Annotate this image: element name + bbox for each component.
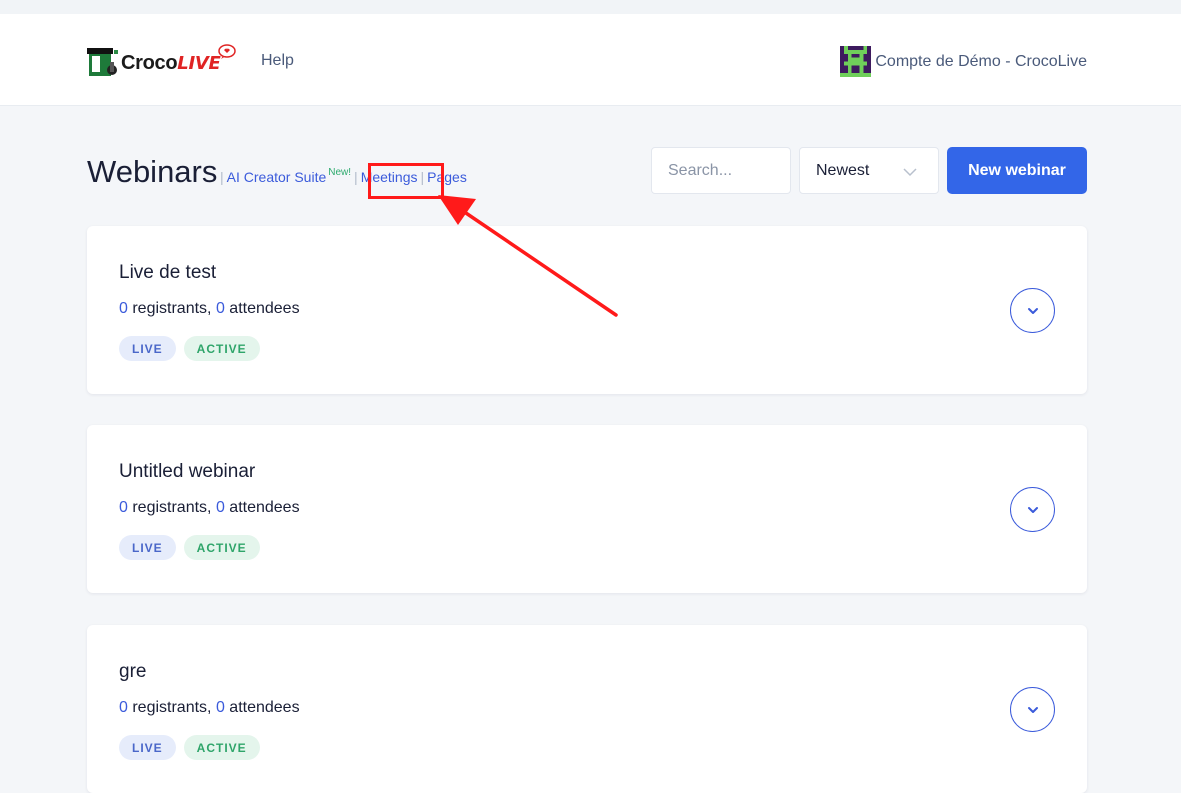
chevron-down-icon [1027, 706, 1038, 713]
brand-wordmark: CrocoLIVE [121, 52, 221, 75]
webinar-badges: LIVE ACTIVE [119, 735, 260, 760]
attendees-label: attendees [224, 300, 300, 317]
webinar-stats: 0 registrants, 0 attendees [119, 499, 300, 517]
registrants-label: registrants, [127, 499, 216, 516]
heart-bubble-icon [218, 44, 236, 59]
new-badge: New! [328, 167, 352, 178]
webinar-badges: LIVE ACTIVE [119, 535, 260, 560]
attendees-label: attendees [224, 499, 300, 516]
crocodile-mascot-icon [87, 48, 118, 76]
webinar-title[interactable]: Live de test [119, 262, 216, 284]
avatar [840, 46, 872, 77]
expand-button[interactable] [1010, 487, 1055, 532]
help-link[interactable]: Help [261, 52, 294, 70]
registrants-label: registrants, [127, 300, 216, 317]
sort-select-value: Newest [816, 161, 870, 179]
webinar-card[interactable]: gre 0 registrants, 0 attendees LIVE ACTI… [87, 625, 1087, 793]
chevron-down-icon [903, 168, 917, 177]
attendees-count: 0 [215, 300, 225, 317]
attendees-label: attendees [224, 699, 300, 716]
live-badge: LIVE [119, 535, 176, 560]
webinar-stats: 0 registrants, 0 attendees [119, 300, 300, 318]
registrants-count: 0 [119, 300, 128, 317]
account-menu[interactable]: Compte de Démo - CrocoLive [840, 46, 1087, 77]
webinar-title[interactable]: Untitled webinar [119, 461, 255, 483]
live-badge: LIVE [119, 735, 176, 760]
crocolive-logo[interactable]: CrocoLIVE [86, 44, 238, 80]
expand-button[interactable] [1010, 288, 1055, 333]
webinar-stats: 0 registrants, 0 attendees [119, 699, 300, 717]
app-header: CrocoLIVE Help Compte de Démo - CrocoLiv… [0, 14, 1181, 106]
search-input[interactable] [651, 147, 791, 194]
sort-select[interactable]: Newest [799, 147, 939, 194]
top-strip [0, 0, 1181, 14]
active-badge: ACTIVE [183, 735, 260, 760]
active-badge: ACTIVE [183, 336, 260, 361]
registrants-label: registrants, [127, 699, 216, 716]
attendees-count: 0 [215, 499, 225, 516]
chevron-down-icon [1027, 506, 1038, 513]
page-title: Webinars [87, 154, 218, 189]
live-badge: LIVE [119, 336, 176, 361]
active-badge: ACTIVE [183, 535, 260, 560]
subnav-separator: | [354, 169, 358, 185]
expand-button[interactable] [1010, 687, 1055, 732]
subnav-ai-creator-suite[interactable]: AI Creator Suite [227, 169, 327, 185]
brand-word-live: LIVE [177, 53, 221, 74]
brand-word-croco: Croco [121, 52, 178, 74]
registrants-count: 0 [119, 499, 128, 516]
attendees-count: 0 [215, 699, 225, 716]
webinar-card[interactable]: Untitled webinar 0 registrants, 0 attend… [87, 425, 1087, 593]
chevron-down-icon [1027, 307, 1038, 314]
new-webinar-button[interactable]: New webinar [947, 147, 1087, 194]
webinar-badges: LIVE ACTIVE [119, 336, 260, 361]
webinar-title[interactable]: gre [119, 661, 146, 683]
account-name: Compte de Démo - CrocoLive [875, 52, 1087, 70]
annotation-arrow-icon [438, 195, 618, 317]
subnav-separator: | [220, 169, 224, 185]
registrants-count: 0 [119, 699, 128, 716]
